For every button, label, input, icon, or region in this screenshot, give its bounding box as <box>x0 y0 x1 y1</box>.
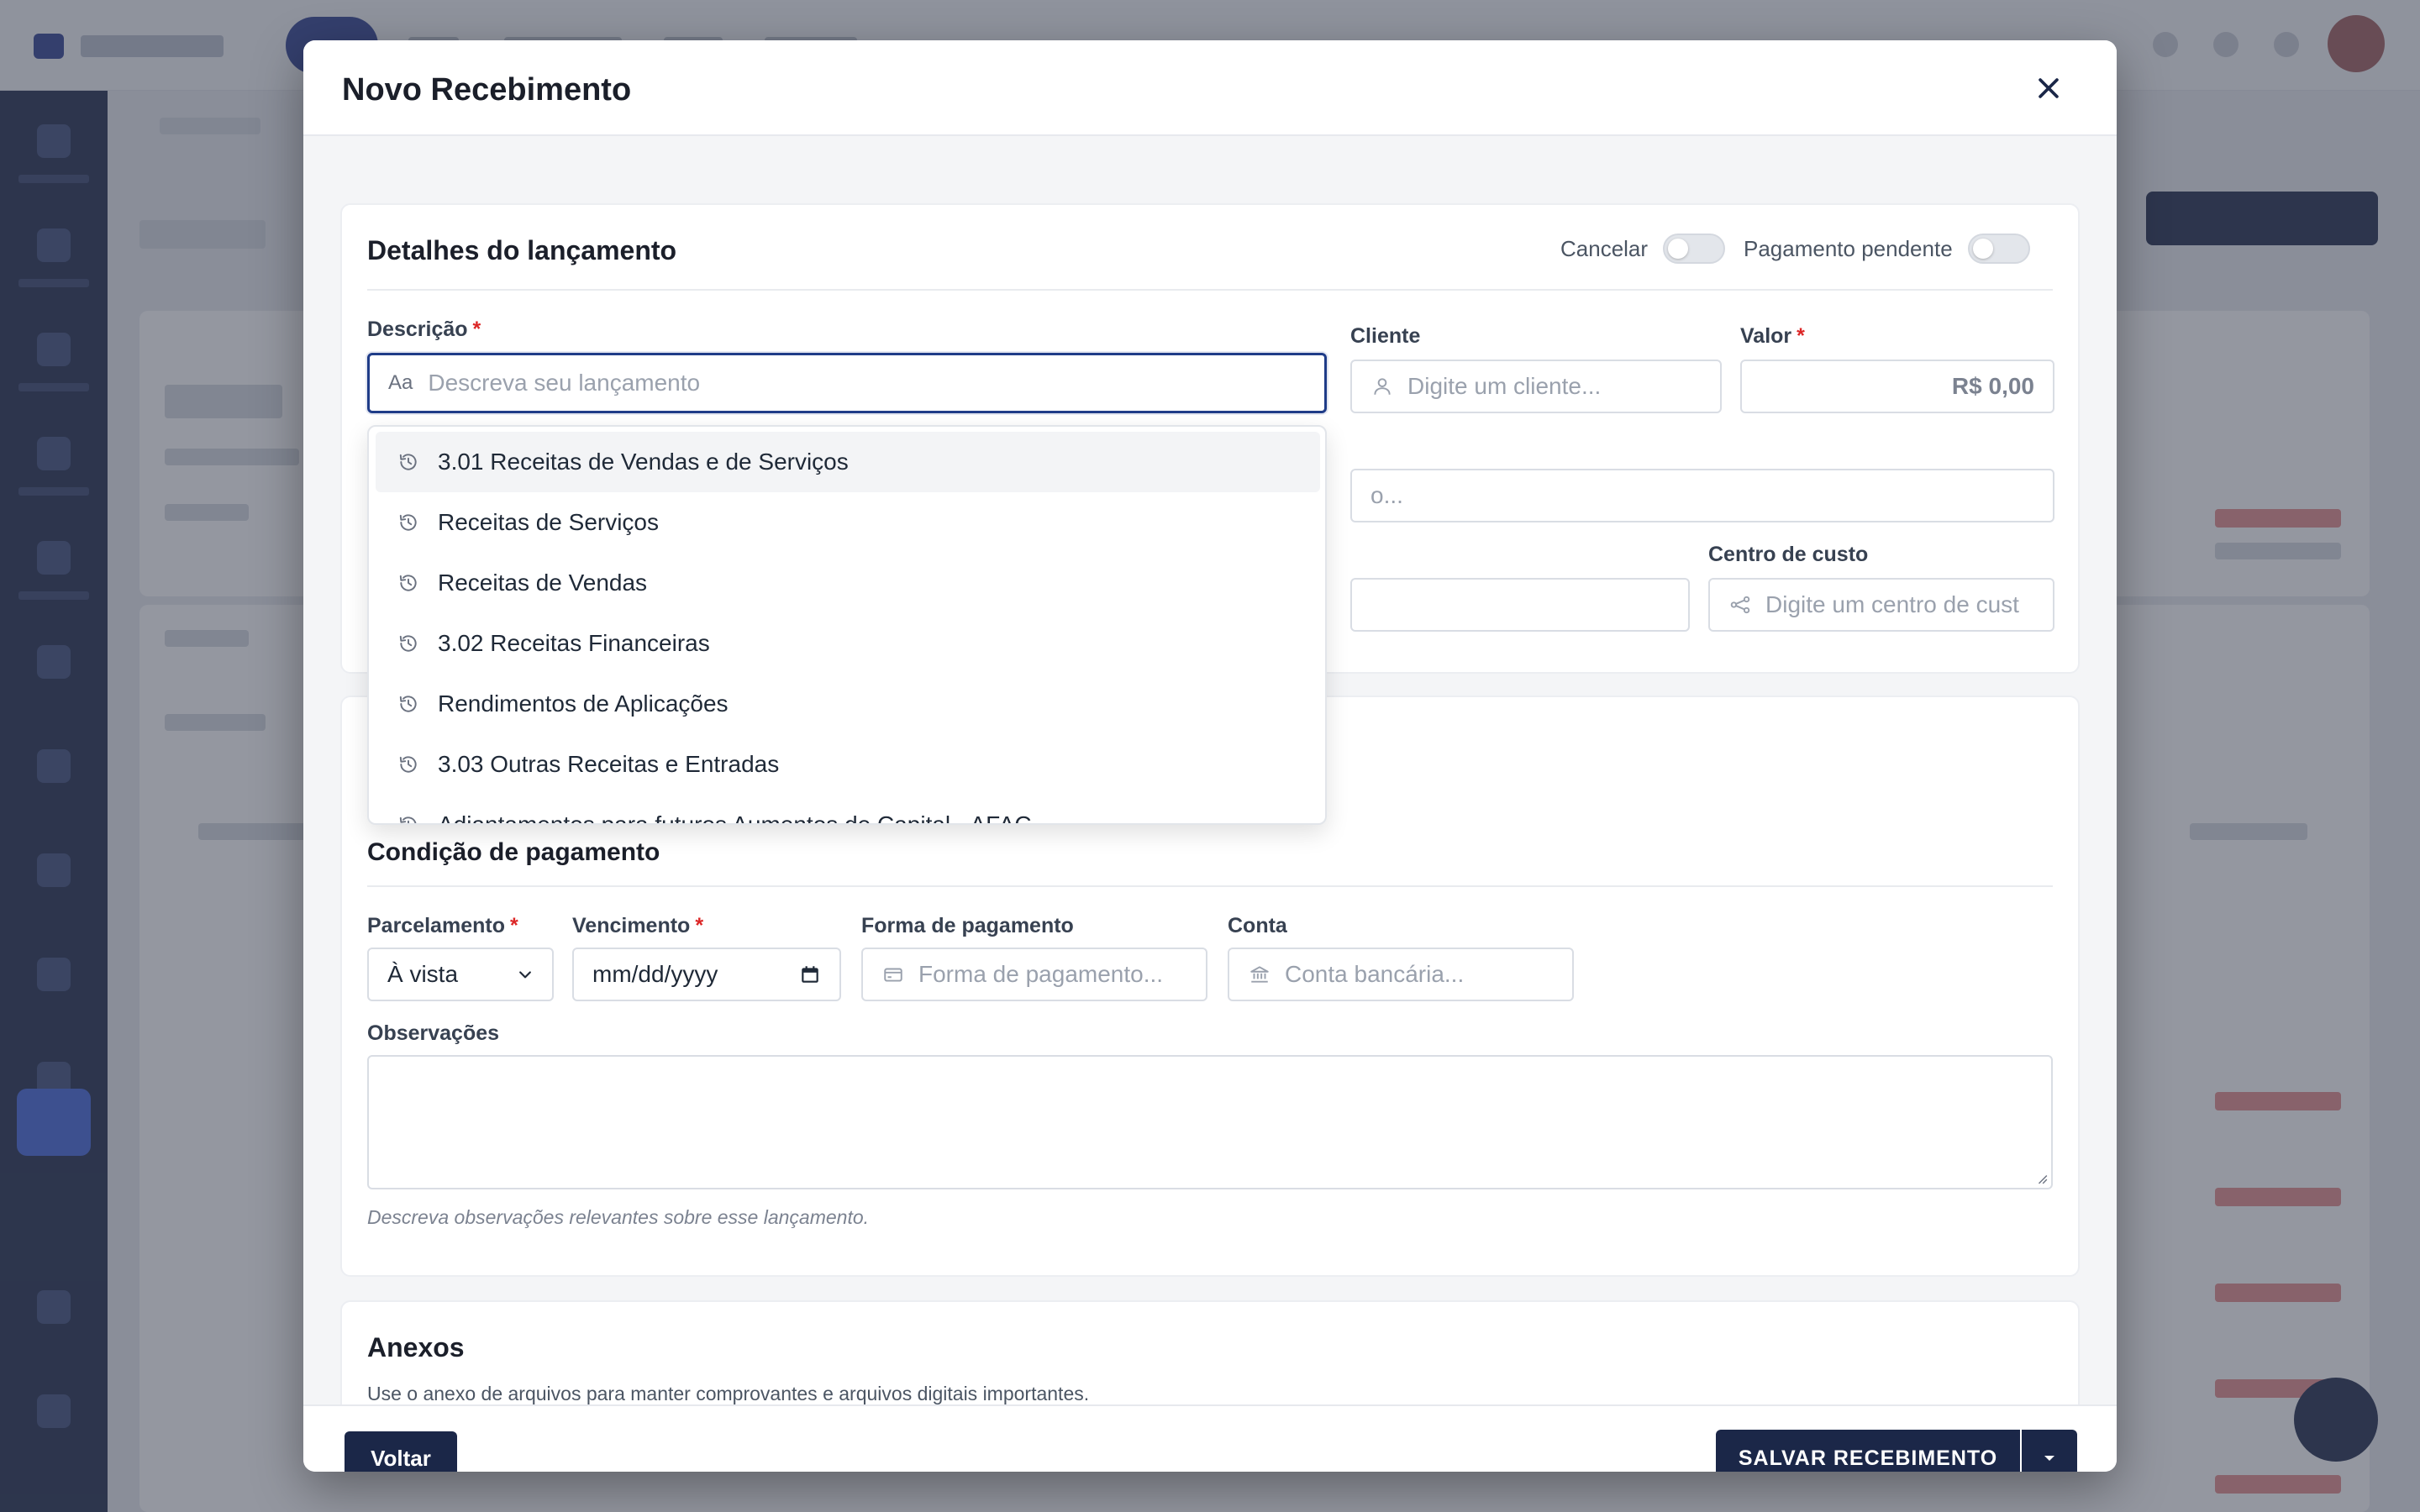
project-input[interactable] <box>1350 578 1690 632</box>
chevron-down-icon <box>519 971 531 979</box>
history-icon <box>399 514 417 531</box>
close-button[interactable] <box>2034 74 2063 102</box>
client-input[interactable]: Digite um cliente... <box>1350 360 1722 413</box>
calendar-icon <box>802 966 818 983</box>
notes-label: Observações <box>367 1021 500 1045</box>
modal-footer: Voltar SALVAR RECEBIMENTO <box>303 1404 2117 1472</box>
pending-toggle-group: Pagamento pendente <box>1744 234 2030 264</box>
history-icon <box>399 454 417 470</box>
close-icon <box>2039 78 2059 98</box>
suggestion-item[interactable]: 3.02 Receitas Financeiras <box>376 613 1320 674</box>
cost-center-input[interactable]: Digite um centro de cust <box>1708 578 2054 632</box>
attachments-title: Anexos <box>367 1332 465 1362</box>
attachments-section: Anexos Use o anexo de arquivos para mant… <box>340 1300 2080 1404</box>
installments-label: Parcelamento * <box>367 914 518 937</box>
payment-title: Condição de pagamento <box>367 838 660 866</box>
user-icon <box>1370 375 1394 398</box>
due-date-label: Vencimento * <box>572 914 704 937</box>
modal-title: Novo Recebimento <box>342 72 632 108</box>
description-label: Descrição * <box>367 318 481 341</box>
payment-method-input[interactable]: Forma de pagamento... <box>861 948 1207 1001</box>
attachments-description: Use o anexo de arquivos para manter comp… <box>367 1383 1090 1404</box>
suggestion-item[interactable]: Rendimentos de Aplicações <box>376 674 1320 734</box>
bank-account-input[interactable]: Conta bancária... <box>1228 948 1574 1001</box>
modal-body: Detalhes do lançamento Cancelar Pagament… <box>303 136 2117 1404</box>
installments-select[interactable]: À vista <box>367 948 554 1001</box>
credit-card-icon <box>881 963 905 986</box>
save-receipt-button[interactable]: SALVAR RECEBIMENTO <box>1716 1430 2020 1472</box>
resize-handle-icon <box>2039 1175 2048 1184</box>
cancel-toggle[interactable] <box>1663 234 1726 264</box>
account-label: Conta <box>1228 914 1287 937</box>
history-icon <box>399 696 417 712</box>
suggestion-item[interactable]: Adiantamentos para futuros Aumentos de C… <box>376 795 1320 823</box>
suggestion-item[interactable]: Receitas de Vendas <box>376 553 1320 613</box>
details-title: Detalhes do lançamento <box>367 235 677 265</box>
cost-center-icon <box>1728 593 1752 617</box>
payment-method-label: Forma de pagamento <box>861 914 1074 937</box>
pending-toggle-label: Pagamento pendente <box>1744 235 1953 261</box>
back-button[interactable]: Voltar <box>345 1431 457 1472</box>
due-date-input[interactable]: mm/dd/yyyy <box>572 948 841 1001</box>
category-input[interactable]: o... <box>1350 469 2054 522</box>
history-icon <box>399 635 417 652</box>
pending-payment-toggle[interactable] <box>1967 234 2030 264</box>
modal-header: Novo Recebimento <box>303 40 2117 136</box>
suggestion-item[interactable]: Receitas de Serviços <box>376 492 1320 553</box>
value-label: Valor * <box>1740 324 1805 348</box>
suggestion-item[interactable]: 3.01 Receitas de Vendas e de Serviços <box>376 432 1320 492</box>
save-options-button[interactable] <box>2022 1430 2077 1472</box>
divider <box>367 885 2053 887</box>
new-receipt-modal: Novo Recebimento Detalhes do lançamento … <box>303 40 2117 1472</box>
caret-down-icon <box>2044 1456 2054 1461</box>
client-label: Cliente <box>1350 324 1421 348</box>
history-icon <box>399 575 417 591</box>
description-input[interactable]: Aa Descreva seu lançamento <box>367 353 1327 413</box>
cancel-toggle-group: Cancelar <box>1560 234 1726 264</box>
notes-textarea[interactable] <box>367 1055 2053 1189</box>
bank-icon <box>1248 963 1271 986</box>
cost-center-label: Centro de custo <box>1708 543 1869 566</box>
value-input[interactable]: R$ 0,00 <box>1740 360 2054 413</box>
details-section: Detalhes do lançamento Cancelar Pagament… <box>340 203 2080 825</box>
description-suggestions-dropdown: 3.01 Receitas de Vendas e de Serviços Re… <box>367 425 1327 825</box>
notes-hint: Descreva observações relevantes sobre es… <box>367 1206 870 1228</box>
text-type-icon: Aa <box>388 371 413 394</box>
history-icon <box>399 816 417 823</box>
history-icon <box>399 756 417 773</box>
cancel-toggle-label: Cancelar <box>1560 235 1649 261</box>
suggestion-item[interactable]: 3.03 Outras Receitas e Entradas <box>376 734 1320 795</box>
divider <box>367 289 2053 291</box>
